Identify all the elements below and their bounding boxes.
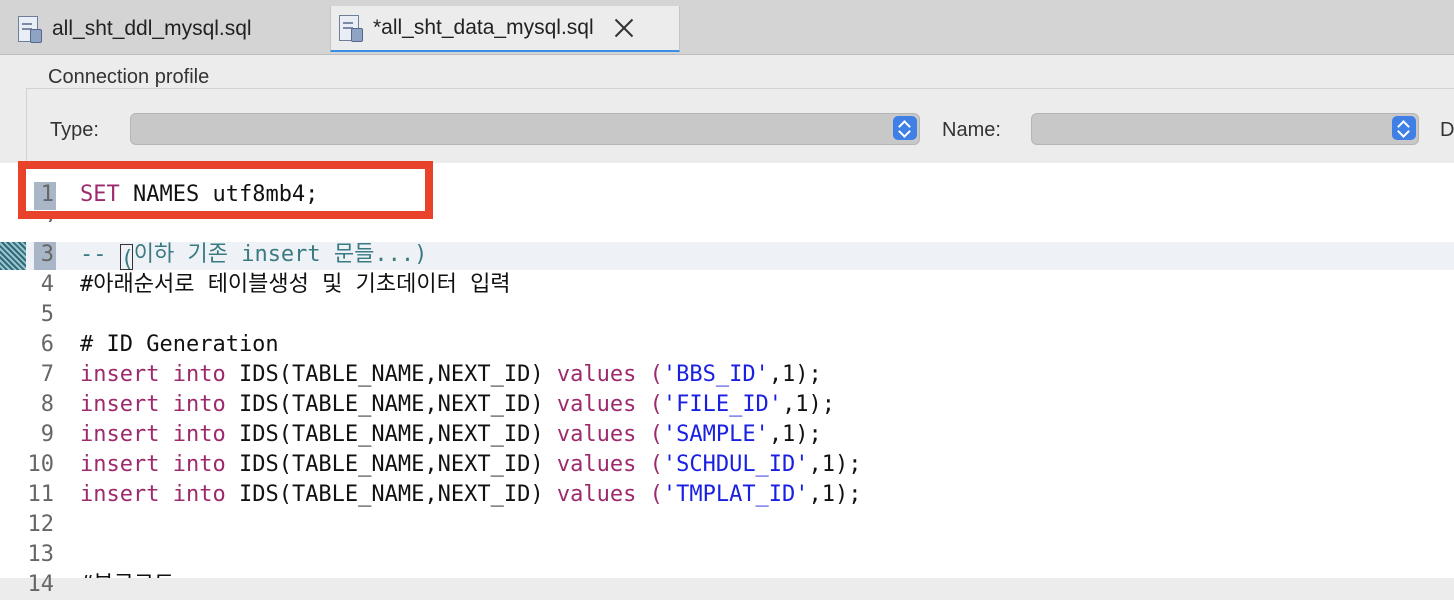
connection-profile-title: Connection profile bbox=[48, 66, 210, 88]
sql-editor[interactable]: 1 2 3 4 5 6 7 8 9 10 11 12 13 14 SET NAM… bbox=[0, 163, 1454, 597]
sql-keyword: into bbox=[172, 362, 226, 387]
code-text: ,1); bbox=[768, 422, 822, 447]
sql-keyword: into bbox=[172, 482, 226, 507]
type-select[interactable] bbox=[130, 113, 920, 145]
database-label-truncated: D bbox=[1440, 119, 1454, 141]
code-text: ,1); bbox=[808, 452, 862, 477]
code-text: IDS(TABLE_NAME,NEXT_ID) bbox=[225, 482, 557, 507]
highlight-annotation-box bbox=[18, 161, 433, 219]
code-line-insert: insert into IDS(TABLE_NAME,NEXT_ID) valu… bbox=[80, 480, 862, 510]
sql-keyword: values bbox=[556, 422, 637, 447]
line-number: 9 bbox=[40, 422, 54, 447]
tab-label: *all_sht_data_mysql.sql bbox=[373, 16, 594, 39]
code-text: IDS(TABLE_NAME,NEXT_ID) bbox=[225, 452, 557, 477]
line-number: 13 bbox=[27, 542, 55, 567]
code-line-3: -- (이하 기존 insert 문들...) bbox=[80, 240, 428, 272]
code-text: IDS(TABLE_NAME,NEXT_ID) bbox=[225, 422, 557, 447]
sql-file-icon bbox=[337, 13, 363, 43]
line-number: 4 bbox=[40, 272, 54, 297]
line-number: 3 bbox=[40, 242, 54, 267]
name-label: Name: bbox=[942, 119, 1001, 141]
sql-keyword: insert bbox=[80, 422, 160, 447]
comment-text: 이하 기존 insert 문들...) bbox=[133, 242, 428, 267]
line-number: 7 bbox=[40, 362, 54, 387]
tab-data-file[interactable]: *all_sht_data_mysql.sql bbox=[330, 6, 680, 52]
code-line-insert: insert into IDS(TABLE_NAME,NEXT_ID) valu… bbox=[80, 390, 835, 420]
sql-keyword: into bbox=[172, 422, 226, 447]
line-number: 12 bbox=[27, 512, 55, 537]
sql-keyword: insert bbox=[80, 452, 160, 477]
chevron-updown-icon bbox=[1392, 116, 1416, 140]
tab-label: all_sht_ddl_mysql.sql bbox=[52, 17, 252, 40]
sql-keyword: insert bbox=[80, 482, 160, 507]
sql-file-icon bbox=[16, 14, 42, 44]
sql-string: 'SAMPLE' bbox=[662, 422, 769, 447]
sql-string: 'SCHDUL_ID' bbox=[662, 452, 809, 477]
sql-keyword: insert bbox=[80, 392, 160, 417]
code-text: ( bbox=[636, 452, 663, 477]
code-text: ( bbox=[636, 482, 663, 507]
code-text: ( bbox=[636, 392, 663, 417]
text-cursor: ( bbox=[119, 244, 134, 272]
sql-keyword: values bbox=[556, 482, 637, 507]
code-text: ,1); bbox=[782, 392, 836, 417]
sql-string: 'TMPLAT_ID' bbox=[662, 482, 809, 507]
close-icon[interactable] bbox=[612, 16, 636, 40]
sql-keyword: insert bbox=[80, 362, 160, 387]
chevron-updown-icon bbox=[893, 116, 917, 140]
sql-string: 'FILE_ID' bbox=[662, 392, 783, 417]
line-number: 5 bbox=[40, 302, 54, 327]
line-number: 10 bbox=[27, 452, 55, 477]
comment-text: -- bbox=[80, 242, 120, 267]
sql-keyword: into bbox=[172, 452, 226, 477]
code-text: ( bbox=[636, 422, 663, 447]
sql-keyword: into bbox=[172, 392, 226, 417]
type-label: Type: bbox=[50, 119, 99, 141]
code-text: ( bbox=[636, 362, 663, 387]
editor-tab-bar: all_sht_ddl_mysql.sql *all_sht_data_mysq… bbox=[0, 0, 1454, 55]
sql-keyword: values bbox=[556, 392, 637, 417]
line-number: 6 bbox=[40, 332, 54, 357]
code-line-insert: insert into IDS(TABLE_NAME,NEXT_ID) valu… bbox=[80, 360, 822, 390]
name-select[interactable] bbox=[1031, 113, 1419, 145]
sql-keyword: values bbox=[556, 452, 637, 477]
code-text: ,1); bbox=[768, 362, 822, 387]
line-number: 8 bbox=[40, 392, 54, 417]
line-number: 11 bbox=[27, 482, 55, 507]
tab-ddl-file[interactable]: all_sht_ddl_mysql.sql bbox=[10, 6, 322, 52]
sql-string: 'BBS_ID' bbox=[662, 362, 769, 387]
code-line-insert: insert into IDS(TABLE_NAME,NEXT_ID) valu… bbox=[80, 420, 822, 450]
code-line-14: #부르코드 bbox=[80, 570, 174, 578]
sql-keyword: values bbox=[556, 362, 637, 387]
code-text: IDS(TABLE_NAME,NEXT_ID) bbox=[225, 362, 557, 387]
code-line-6: # ID Generation bbox=[80, 332, 279, 357]
code-line-insert: insert into IDS(TABLE_NAME,NEXT_ID) valu… bbox=[80, 450, 862, 480]
line-number: 14 bbox=[27, 572, 55, 597]
code-text: ,1); bbox=[808, 482, 862, 507]
code-line-4: #아래순서로 테이블생성 및 기초데이터 입력 bbox=[80, 272, 511, 297]
code-text: IDS(TABLE_NAME,NEXT_ID) bbox=[225, 392, 557, 417]
